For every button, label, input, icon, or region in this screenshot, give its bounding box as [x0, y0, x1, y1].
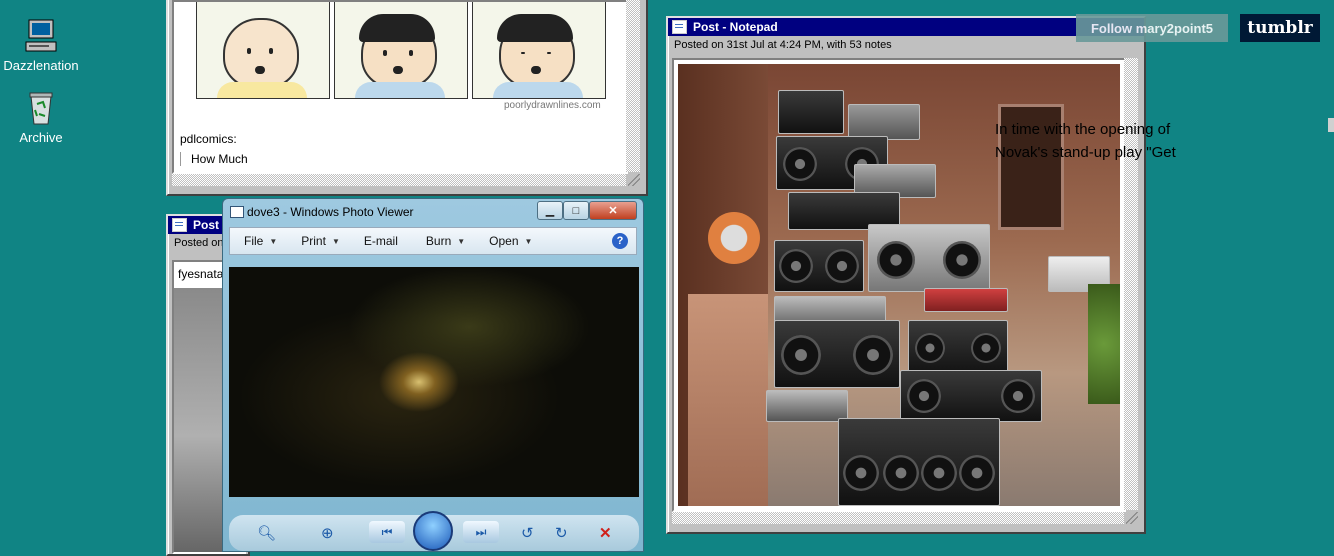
- post-notepad-window: Post - Notepad Posted on 31st Jul at 4:2…: [666, 16, 1146, 534]
- actual-size-icon[interactable]: ⊕: [321, 524, 334, 542]
- comic-source: pdlcomics:: [180, 132, 237, 146]
- delete-icon[interactable]: ✕: [599, 524, 612, 542]
- notepad-icon: [172, 218, 187, 232]
- chevron-down-icon[interactable]: ▼: [457, 237, 465, 246]
- minimize-button[interactable]: ▁: [537, 201, 563, 220]
- help-icon[interactable]: ?: [612, 233, 628, 249]
- photo-viewer-window: dove3 - Windows Photo Viewer ▁ □ ✕ File ▼…: [222, 198, 644, 552]
- desktop-icon-dazzlenation[interactable]: Dazzlenation: [1, 18, 81, 73]
- menu-print[interactable]: Print: [301, 234, 326, 248]
- displayed-photo: [229, 267, 639, 497]
- photo-viewer-controls: 🔍︎ ⊕ ⏮ ⏭ ↺ ↻ ✕: [229, 511, 639, 551]
- page-scrollbar[interactable]: [1328, 118, 1334, 132]
- window-title: dove3 - Windows Photo Viewer: [247, 205, 414, 219]
- photo-viewer-icon: [230, 206, 244, 218]
- post-caption-overlay: In time with the opening of Novak's stan…: [995, 121, 1176, 161]
- comic-panel-2: [334, 2, 468, 99]
- menu-open[interactable]: Open: [489, 234, 518, 248]
- maximize-button[interactable]: □: [563, 201, 589, 220]
- desktop-icon-label: Archive: [19, 130, 63, 145]
- window-title: Post - Notepad: [693, 20, 778, 34]
- menu-burn[interactable]: Burn: [426, 234, 451, 248]
- horizontal-scrollbar[interactable]: [172, 174, 626, 186]
- notepad-icon: [672, 20, 687, 34]
- recycle-bin-icon: [23, 90, 59, 126]
- vertical-scrollbar[interactable]: [626, 0, 640, 172]
- resize-grip[interactable]: [628, 174, 640, 186]
- resize-grip[interactable]: [1126, 512, 1138, 524]
- zoom-icon[interactable]: 🔍︎: [257, 524, 276, 542]
- comic-quote: How Much: [180, 152, 248, 166]
- post-content: poorlydrawnlines.com pdlcomics: How Much: [172, 0, 628, 174]
- chevron-down-icon[interactable]: ▼: [269, 237, 277, 246]
- previous-icon[interactable]: ⏮: [369, 521, 405, 543]
- desktop-icon-label: Dazzlenation: [3, 58, 79, 73]
- rotate-left-icon[interactable]: ↺: [521, 524, 534, 542]
- title-bar[interactable]: Post - Notepad: [668, 18, 1144, 36]
- next-icon[interactable]: ⏭: [463, 521, 499, 543]
- photo-viewer-menu: File ▼ Print ▼ E-mail Burn ▼ Open ▼ ?: [229, 227, 637, 255]
- comic-face: [223, 18, 299, 88]
- chevron-down-icon[interactable]: ▼: [525, 237, 533, 246]
- comic-watermark: poorlydrawnlines.com: [504, 100, 601, 111]
- menu-email[interactable]: E-mail: [364, 234, 398, 248]
- chevron-down-icon[interactable]: ▼: [332, 237, 340, 246]
- tumblr-logo-button[interactable]: tumblr: [1240, 14, 1320, 42]
- rotate-right-icon[interactable]: ↻: [555, 524, 568, 542]
- comic-quote-text: How Much: [191, 152, 248, 166]
- comic-panel-1: [196, 2, 330, 99]
- computer-icon: [23, 18, 59, 54]
- post-window-comic: poorlydrawnlines.com pdlcomics: How Much: [166, 0, 648, 196]
- horizontal-scrollbar[interactable]: [672, 512, 1124, 524]
- post-user: fyesnata: [178, 267, 224, 281]
- comic-panel-3: [472, 2, 606, 99]
- desktop-icon-archive[interactable]: Archive: [1, 90, 81, 145]
- follow-button[interactable]: Follow mary2point5: [1076, 14, 1228, 42]
- menu-file[interactable]: File: [244, 234, 263, 248]
- post-meta: Posted on 31st Jul at 4:24 PM, with 53 n…: [674, 39, 892, 51]
- slideshow-button[interactable]: [413, 511, 453, 551]
- close-button[interactable]: ✕: [589, 201, 637, 220]
